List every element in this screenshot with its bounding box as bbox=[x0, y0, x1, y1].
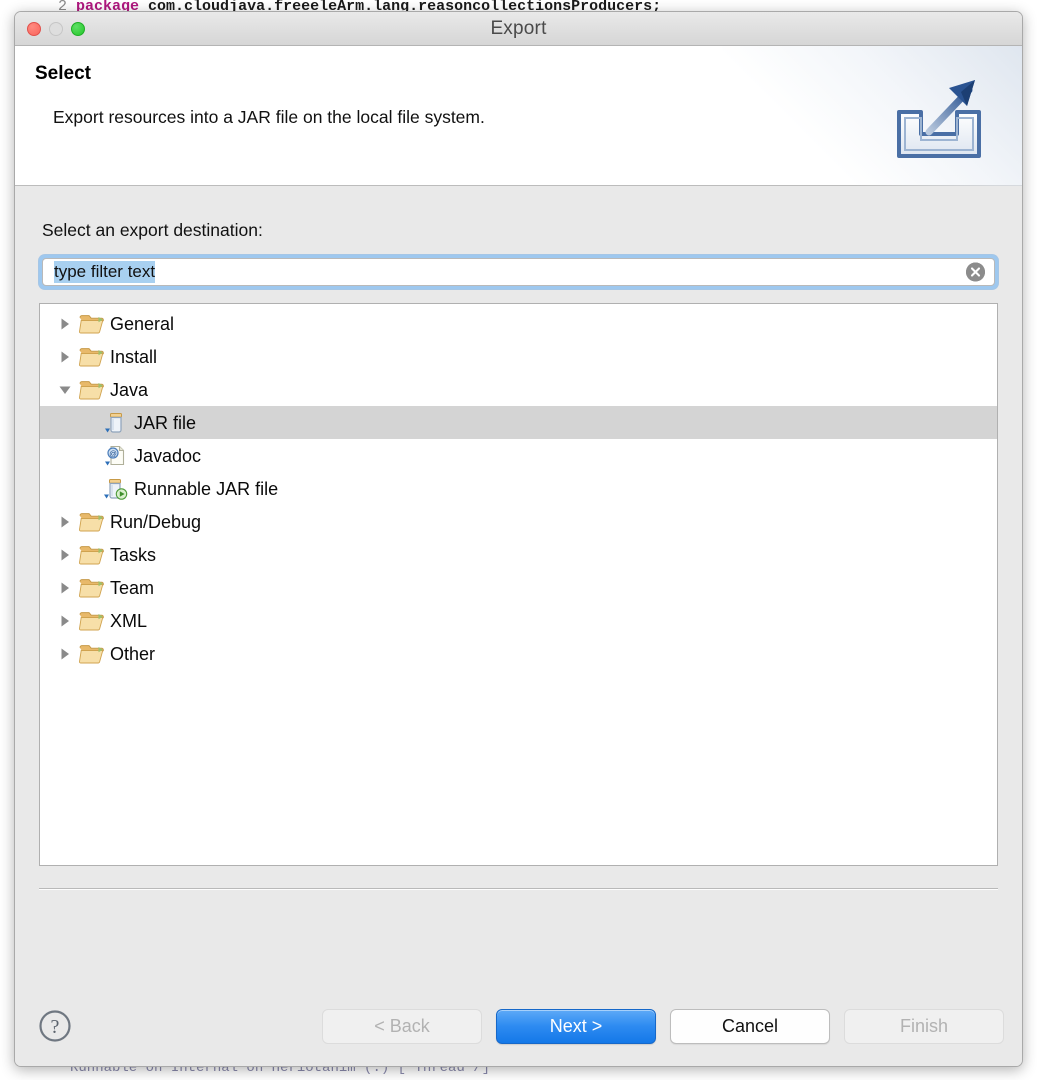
export-dialog: Export Select Export resources into a JA… bbox=[14, 11, 1023, 1067]
tree-item-tasks[interactable]: Tasks bbox=[40, 538, 997, 571]
tree-item-label: JAR file bbox=[134, 412, 197, 433]
tree-item-label: Other bbox=[110, 643, 156, 664]
chevron-right-icon[interactable] bbox=[56, 612, 74, 630]
footer-separator bbox=[39, 888, 998, 889]
folder-icon bbox=[79, 543, 105, 567]
filter-input[interactable]: type filter text bbox=[42, 258, 995, 286]
dialog-footer: ? < Back Next > Cancel Finish bbox=[15, 986, 1022, 1066]
export-destination-tree[interactable]: General Install Java JAR file @ Javadoc bbox=[39, 303, 998, 866]
back-button: < Back bbox=[322, 1008, 482, 1044]
folder-icon bbox=[79, 345, 105, 369]
folder-icon bbox=[79, 609, 105, 633]
tree-item-label: Tasks bbox=[110, 544, 157, 565]
clear-circle-icon[interactable] bbox=[966, 262, 985, 282]
tree-item-java[interactable]: Java bbox=[40, 373, 997, 406]
filter-field-focus-ring: type filter text bbox=[39, 255, 998, 289]
tree-item-label: Runnable JAR file bbox=[134, 478, 279, 499]
runnable-jar-file-icon bbox=[103, 477, 129, 501]
maximize-light[interactable] bbox=[71, 22, 85, 36]
tree-item-jar-file[interactable]: JAR file bbox=[40, 406, 997, 439]
tree-item-team[interactable]: Team bbox=[40, 571, 997, 604]
cancel-button[interactable]: Cancel bbox=[670, 1008, 830, 1044]
page-description: Export resources into a JAR file on the … bbox=[53, 107, 485, 127]
svg-text:@: @ bbox=[109, 449, 117, 458]
chevron-down-icon[interactable] bbox=[56, 381, 74, 399]
folder-icon bbox=[79, 576, 105, 600]
destination-label: Select an export destination: bbox=[42, 220, 263, 240]
dialog-title: Export bbox=[490, 17, 547, 39]
minimize-light[interactable] bbox=[49, 22, 63, 36]
filter-input-value: type filter text bbox=[54, 261, 156, 283]
folder-icon bbox=[79, 510, 105, 534]
tree-item-xml[interactable]: XML bbox=[40, 604, 997, 637]
chevron-right-icon[interactable] bbox=[56, 546, 74, 564]
chevron-right-icon[interactable] bbox=[56, 645, 74, 663]
tree-item-label: Run/Debug bbox=[110, 511, 202, 532]
tree-item-runnable-jar-file[interactable]: Runnable JAR file bbox=[40, 472, 997, 505]
folder-icon bbox=[79, 378, 105, 402]
tree-item-label: Javadoc bbox=[134, 445, 202, 466]
help-question-icon[interactable]: ? bbox=[37, 1008, 73, 1044]
tree-item-label: Install bbox=[110, 346, 158, 367]
tree-item-label: Team bbox=[110, 577, 155, 598]
tree-item-label: General bbox=[110, 313, 175, 334]
tree-item-javadoc[interactable]: @ Javadoc bbox=[40, 439, 997, 472]
jar-file-icon bbox=[103, 411, 129, 435]
tree-item-general[interactable]: General bbox=[40, 307, 997, 340]
wizard-header: Select Export resources into a JAR file … bbox=[15, 46, 1022, 186]
javadoc-icon: @ bbox=[103, 444, 129, 468]
dialog-body: Select an export destination: type filte… bbox=[15, 186, 1022, 986]
export-wizard-icon bbox=[883, 68, 995, 168]
svg-text:?: ? bbox=[51, 1016, 60, 1038]
footer-button-group: < Back Next > Cancel Finish bbox=[322, 1008, 1004, 1044]
tree-item-label: XML bbox=[110, 610, 148, 631]
folder-icon bbox=[79, 642, 105, 666]
tree-item-install[interactable]: Install bbox=[40, 340, 997, 373]
dialog-titlebar[interactable]: Export bbox=[15, 12, 1022, 46]
chevron-right-icon[interactable] bbox=[56, 348, 74, 366]
chevron-right-icon[interactable] bbox=[56, 315, 74, 333]
tree-item-other[interactable]: Other bbox=[40, 637, 997, 670]
finish-button: Finish bbox=[844, 1008, 1004, 1044]
next-button[interactable]: Next > bbox=[496, 1008, 656, 1044]
tree-item-label: Java bbox=[110, 379, 149, 400]
close-light[interactable] bbox=[27, 22, 41, 36]
window-controls bbox=[27, 22, 85, 36]
chevron-right-icon[interactable] bbox=[56, 513, 74, 531]
page-title: Select bbox=[35, 63, 91, 84]
chevron-right-icon[interactable] bbox=[56, 579, 74, 597]
tree-item-run-debug[interactable]: Run/Debug bbox=[40, 505, 997, 538]
folder-icon bbox=[79, 312, 105, 336]
